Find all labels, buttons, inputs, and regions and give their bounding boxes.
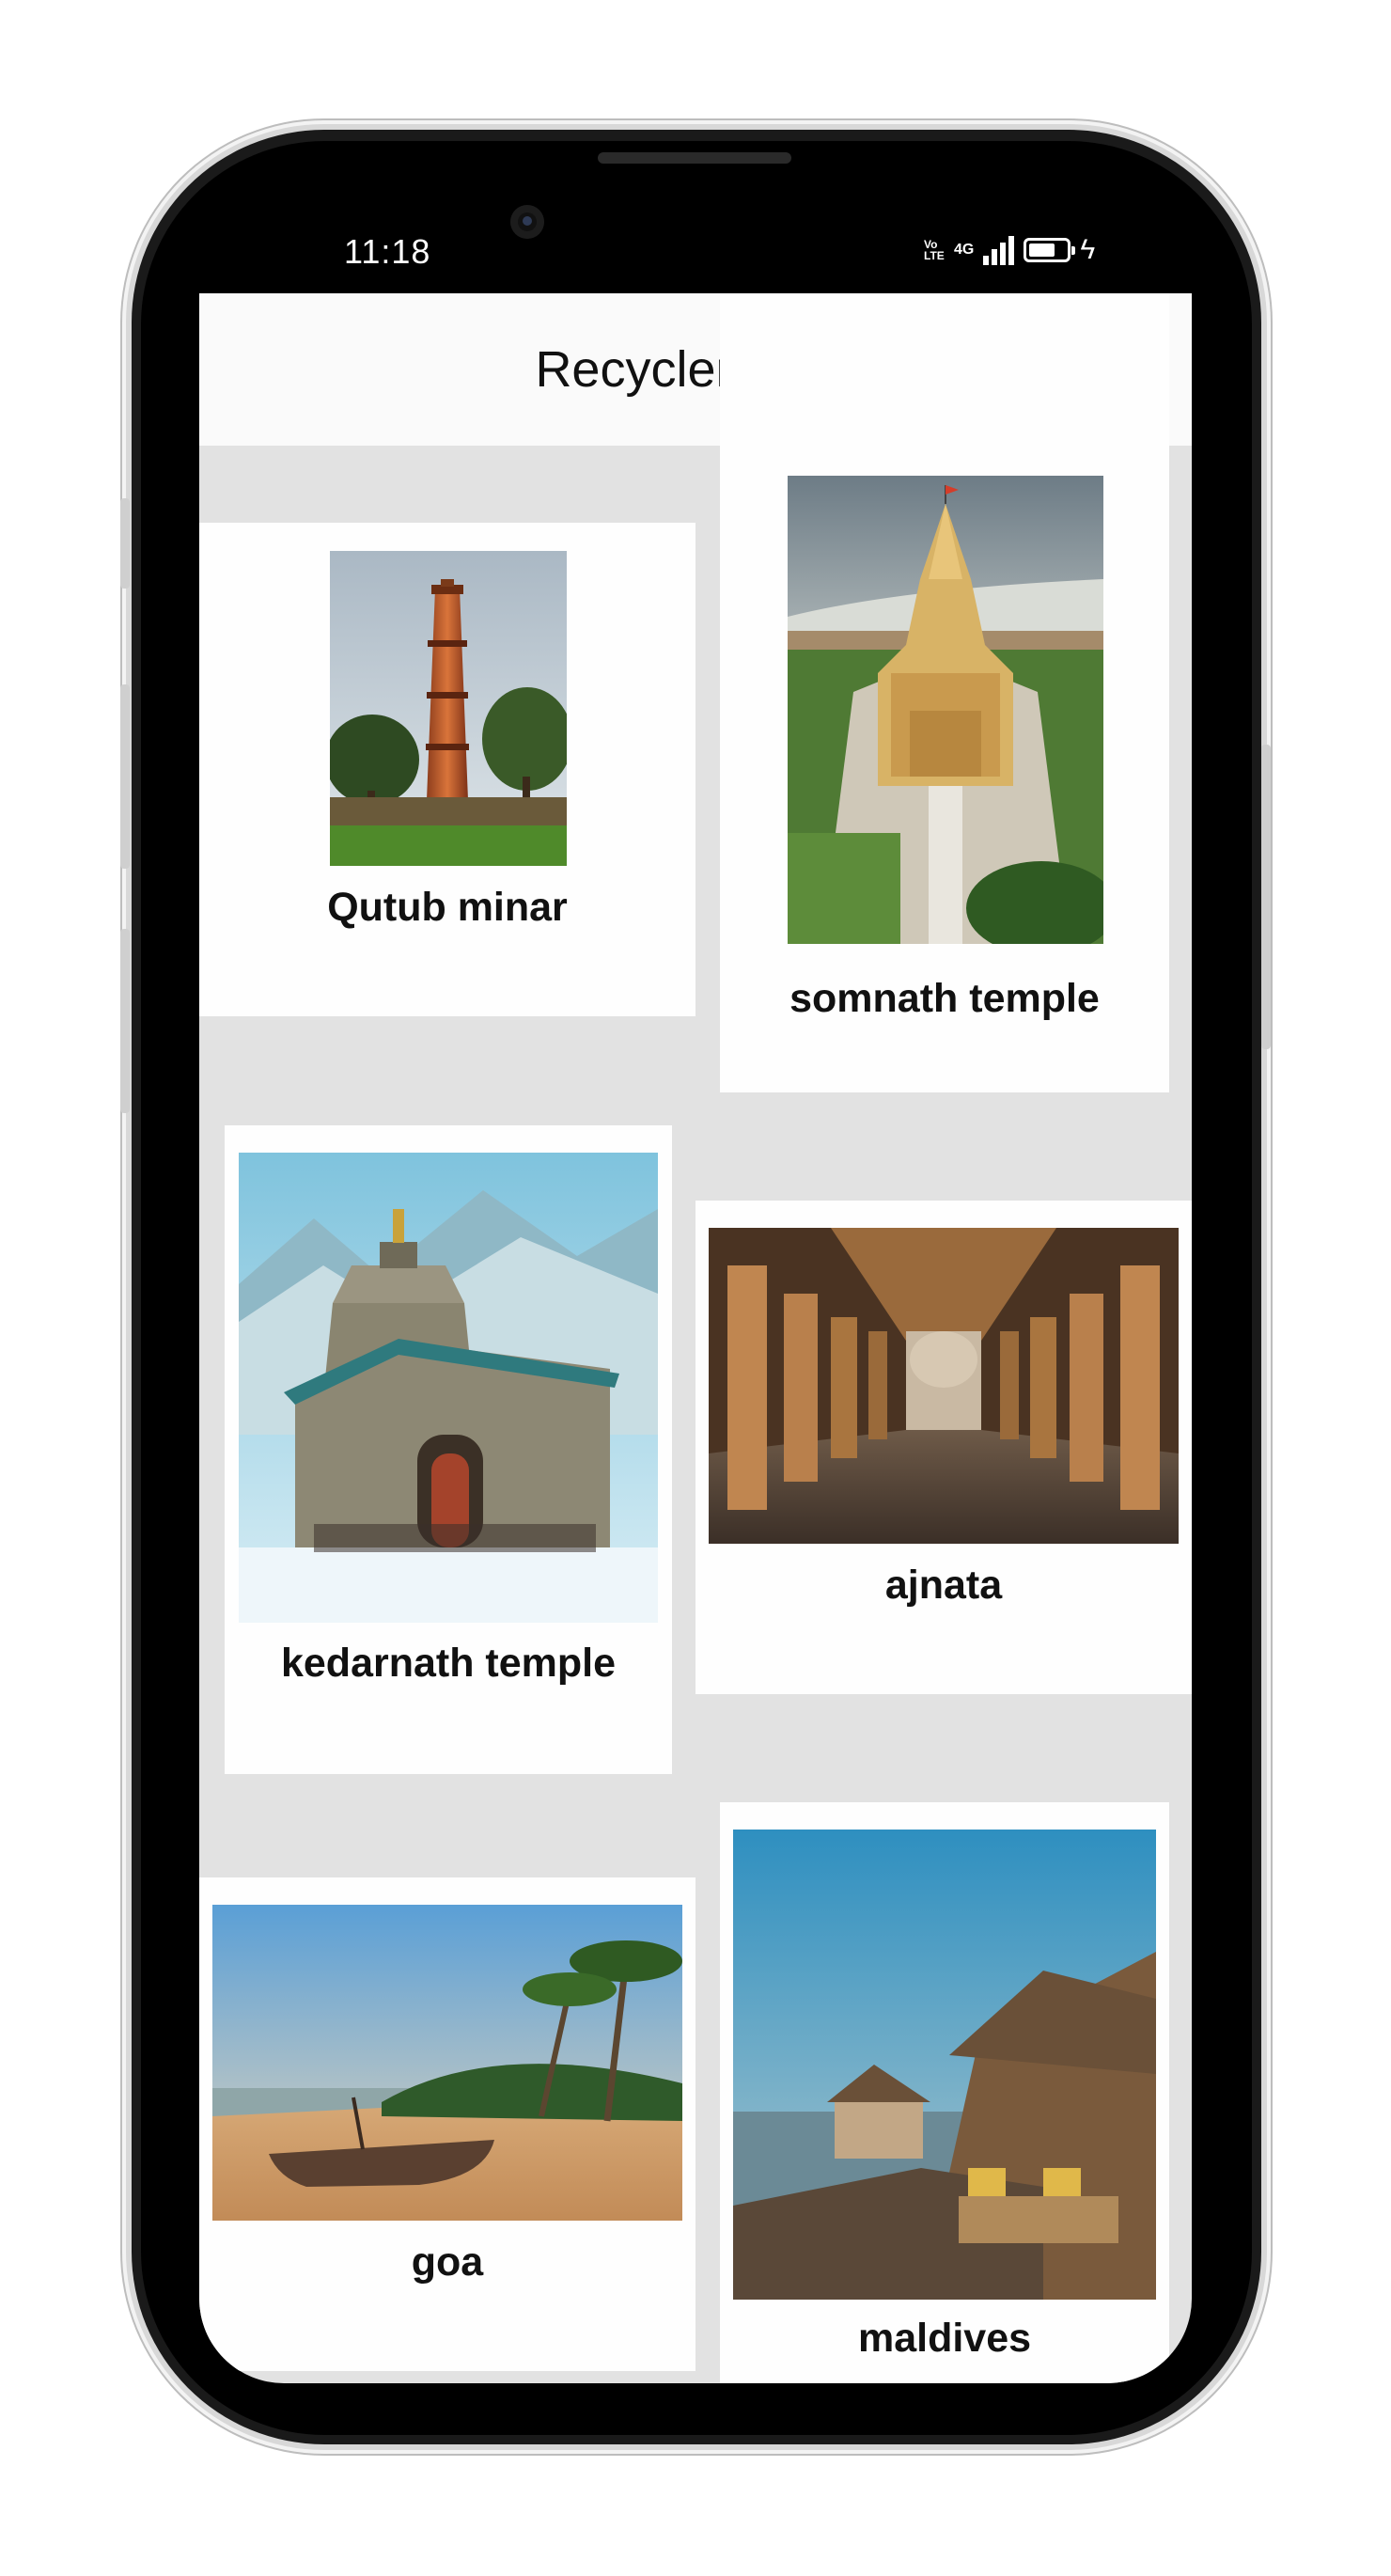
- qutub-minar-image: [330, 551, 567, 866]
- network-type-label: 4G: [954, 242, 975, 258]
- maldives-image: [733, 1830, 1156, 2300]
- status-time: 11:18: [344, 232, 431, 271]
- volume-down-button: [120, 929, 130, 1113]
- card-label: somnath temple: [789, 976, 1100, 1021]
- volte-icon: Vo LTE: [924, 238, 945, 262]
- kedarnath-temple-image: [239, 1153, 658, 1623]
- front-camera: [510, 205, 544, 239]
- volume-up-button: [120, 684, 130, 869]
- app-screen: Recycler View Qutub minar somnath temple…: [199, 293, 1192, 2383]
- card-label: kedarnath temple: [280, 1641, 617, 1686]
- list-item-somnath-temple[interactable]: somnath temple: [720, 293, 1169, 1092]
- card-label: Qutub minar: [327, 885, 568, 930]
- mute-switch: [120, 498, 130, 589]
- ajnata-image: [709, 1228, 1179, 1544]
- list-item-ajnata[interactable]: ajnata: [696, 1201, 1192, 1694]
- power-button: [1261, 745, 1271, 1049]
- battery-icon: [1024, 238, 1076, 262]
- list-item-kedarnath-temple[interactable]: kedarnath temple: [225, 1125, 672, 1774]
- list-item-qutub-minar[interactable]: Qutub minar: [199, 523, 696, 1016]
- card-label: ajnata: [884, 1563, 1003, 1608]
- list-item-goa[interactable]: goa: [199, 1877, 696, 2371]
- goa-image: [212, 1905, 682, 2221]
- status-icons: Vo LTE 4G ϟ: [924, 229, 1095, 271]
- charging-icon: ϟ: [1080, 234, 1096, 265]
- card-label: maldives: [857, 2316, 1032, 2361]
- card-label: goa: [411, 2239, 484, 2285]
- earpiece: [598, 152, 791, 164]
- list-item-maldives[interactable]: maldives: [720, 1802, 1169, 2383]
- signal-icon: [983, 235, 1015, 265]
- somnath-temple-image: [788, 476, 1103, 944]
